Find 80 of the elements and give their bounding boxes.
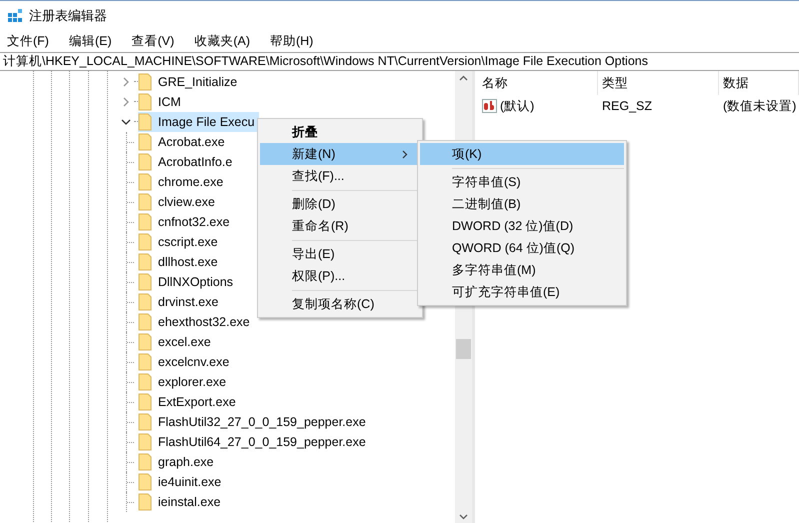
tree-item[interactable]: explorer.exe: [138, 372, 230, 392]
scroll-down-icon[interactable]: [459, 514, 468, 520]
tree-item[interactable]: clview.exe: [138, 192, 219, 212]
menu-item[interactable]: 复制项名称(C): [260, 293, 420, 315]
folder-icon: [138, 253, 152, 271]
value-data: (数值未设置): [722, 98, 798, 114]
menu-item[interactable]: 新建(N): [260, 143, 420, 165]
expand-chevron-icon[interactable]: [121, 97, 131, 107]
folder-icon: [138, 113, 152, 131]
folder-icon: [138, 133, 152, 151]
menu-item[interactable]: 查找(F)...: [260, 165, 420, 187]
menu-bar-item[interactable]: 编辑(E): [62, 32, 118, 50]
folder-icon: [138, 173, 152, 191]
menu-item[interactable]: 字符串值(S): [420, 171, 624, 193]
folder-icon: [138, 453, 152, 471]
tree-item[interactable]: ieinstal.exe: [138, 492, 225, 512]
tree-item[interactable]: chrome.exe: [138, 172, 228, 192]
folder-icon: [138, 73, 152, 91]
scroll-up-icon[interactable]: [459, 75, 468, 81]
folder-icon: [138, 473, 152, 491]
folder-icon: [138, 433, 152, 451]
folder-icon: [138, 213, 152, 231]
tree-item[interactable]: ICM: [138, 92, 185, 112]
menu-bar-item[interactable]: 文件(F): [1, 32, 55, 50]
tree-item[interactable]: ehexthost32.exe: [138, 312, 254, 332]
folder-icon: [138, 293, 152, 311]
tree-item[interactable]: FlashUtil32_27_0_0_159_pepper.exe: [138, 412, 370, 432]
tree-item[interactable]: excelcnv.exe: [138, 352, 234, 372]
menu-bar-item[interactable]: 帮助(H): [264, 32, 320, 50]
tree-item[interactable]: graph.exe: [138, 452, 218, 472]
folder-icon: [138, 353, 152, 371]
menu-item[interactable]: 项(K): [420, 143, 624, 165]
tree-item[interactable]: ie4uinit.exe: [138, 472, 226, 492]
scrollbar-thumb[interactable]: [456, 339, 471, 359]
menu-item[interactable]: 折叠: [260, 121, 420, 143]
tree-item[interactable]: AcrobatInfo.e: [138, 152, 236, 172]
menu-bar-item[interactable]: 查看(V): [126, 32, 180, 50]
folder-icon: [138, 193, 152, 211]
menu-item[interactable]: QWORD (64 位)值(Q): [420, 237, 624, 259]
column-header[interactable]: 数据: [719, 71, 799, 95]
folder-icon: [138, 373, 152, 391]
tree-item[interactable]: drvinst.exe: [138, 292, 222, 312]
menu-bar-item[interactable]: 收藏夹(A): [188, 32, 256, 50]
address-bar[interactable]: 计算机\HKEY_LOCAL_MACHINE\SOFTWARE\Microsoft\Windows NT\CurrentVersion\Image File Execution Options: [0, 52, 799, 71]
tree-item[interactable]: cnfnot32.exe: [138, 212, 234, 232]
column-header[interactable]: 类型: [598, 71, 719, 95]
folder-icon: [138, 493, 152, 511]
folder-icon: [138, 313, 152, 331]
tree-item[interactable]: DllNXOptions: [138, 272, 238, 292]
menu-item[interactable]: 重命名(R): [260, 215, 420, 237]
app-icon: [8, 8, 22, 22]
tree-item[interactable]: ExtExport.exe: [138, 392, 240, 412]
folder-icon: [138, 393, 152, 411]
menu-item[interactable]: 可扩充字符串值(E): [420, 281, 624, 303]
menu-item[interactable]: 多字符串值(M): [420, 259, 624, 281]
tree-item[interactable]: GRE_Initialize: [138, 72, 242, 92]
value-name: (默认): [500, 98, 534, 114]
tree-item[interactable]: dllhost.exe: [138, 252, 222, 272]
tree-item[interactable]: cscript.exe: [138, 232, 222, 252]
expand-chevron-icon[interactable]: [121, 77, 131, 87]
menu-item[interactable]: 权限(P)...: [260, 265, 420, 287]
menu-item[interactable]: 导出(E): [260, 243, 420, 265]
value-type-icon: [482, 98, 498, 114]
tree-item[interactable]: Image File Execu: [138, 112, 259, 132]
tree-item[interactable]: Acrobat.exe: [138, 132, 229, 152]
folder-icon: [138, 153, 152, 171]
folder-icon: [138, 333, 152, 351]
tree-item[interactable]: excel.exe: [138, 332, 215, 352]
folder-icon: [138, 233, 152, 251]
menu-item[interactable]: 二进制值(B): [420, 193, 624, 215]
value-type: REG_SZ: [601, 99, 654, 113]
folder-icon: [138, 93, 152, 111]
column-header[interactable]: 名称: [478, 71, 598, 95]
menu-item[interactable]: DWORD (32 位)值(D): [420, 215, 624, 237]
window-title: 注册表编辑器: [29, 6, 107, 24]
tree-item[interactable]: FlashUtil64_27_0_0_159_pepper.exe: [138, 432, 370, 452]
folder-icon: [138, 413, 152, 431]
menu-item[interactable]: 删除(D): [260, 193, 420, 215]
collapse-chevron-icon[interactable]: [121, 117, 131, 127]
folder-icon: [138, 273, 152, 291]
